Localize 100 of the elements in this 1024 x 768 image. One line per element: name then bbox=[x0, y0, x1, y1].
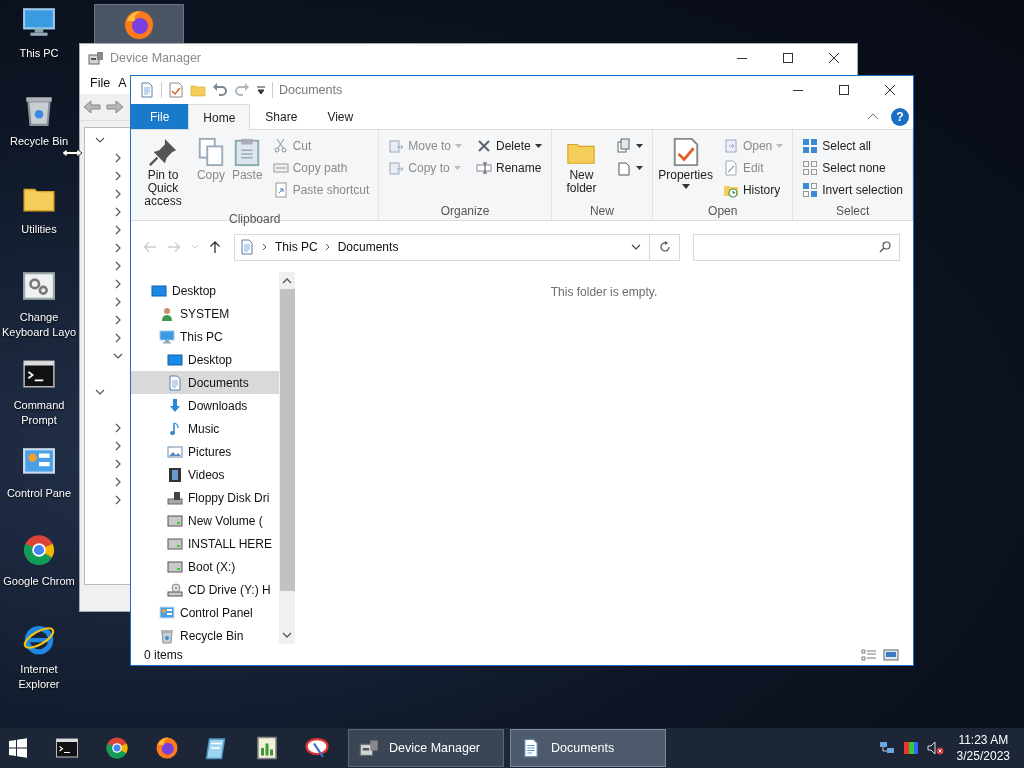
nav-item[interactable]: Pictures bbox=[131, 440, 279, 463]
maximize-icon[interactable] bbox=[838, 84, 850, 96]
collapse-chevron-icon[interactable] bbox=[113, 351, 123, 361]
up-arrow-icon[interactable] bbox=[209, 240, 221, 254]
scrollbar-thumb[interactable] bbox=[279, 289, 295, 591]
undo-icon[interactable] bbox=[212, 82, 228, 98]
nav-item[interactable]: Desktop bbox=[131, 279, 279, 302]
details-view-icon[interactable] bbox=[861, 648, 877, 661]
start-button[interactable] bbox=[8, 738, 28, 758]
nav-item[interactable]: Downloads bbox=[131, 394, 279, 417]
ribbon-button[interactable]: Rename bbox=[474, 157, 544, 179]
clock-date[interactable]: 3/25/2023 bbox=[956, 748, 1010, 764]
nav-item[interactable]: Recycle Bin bbox=[131, 624, 279, 644]
grid-empty-icon bbox=[802, 160, 819, 176]
x-mark-icon bbox=[476, 138, 493, 154]
ribbon-button[interactable]: Select all bbox=[800, 135, 905, 157]
desktop-icon-label[interactable]: Google Chrom bbox=[3, 574, 75, 589]
open-page-icon bbox=[722, 138, 739, 154]
document-icon bbox=[521, 738, 541, 758]
address-bar[interactable]: This PC Documents bbox=[234, 233, 651, 261]
color-display-icon[interactable] bbox=[902, 741, 919, 755]
nav-item[interactable]: Control Panel bbox=[131, 601, 279, 624]
help-button[interactable]: ? bbox=[891, 107, 909, 126]
cd-drive-icon bbox=[167, 581, 183, 598]
taskbar-window-button[interactable]: Device Manager bbox=[348, 729, 504, 767]
collapse-ribbon-icon[interactable] bbox=[867, 111, 879, 122]
desktop-icon-label[interactable]: Change Keyboard Layo bbox=[0, 310, 78, 340]
page-stack-icon bbox=[616, 160, 633, 176]
drawing-tool-icon[interactable] bbox=[305, 736, 329, 760]
ribbon-group-label: New bbox=[588, 204, 615, 220]
desktop-icon-label[interactable]: Recycle Bin bbox=[9, 134, 69, 149]
back-arrow-icon[interactable] bbox=[83, 100, 101, 114]
chart-page-icon[interactable] bbox=[255, 736, 279, 760]
muted-speaker-icon[interactable] bbox=[926, 741, 945, 755]
resize-cursor-icon bbox=[61, 148, 83, 158]
forward-arrow-icon[interactable] bbox=[106, 100, 124, 114]
gears-window-icon[interactable] bbox=[22, 269, 56, 303]
ribbon-button[interactable]: Pin to Quick access bbox=[134, 133, 192, 212]
desktop-icon-label[interactable]: This PC bbox=[19, 46, 59, 61]
large-icons-view-icon[interactable] bbox=[883, 648, 899, 661]
nav-item[interactable]: Music bbox=[131, 417, 279, 440]
ribbon-button[interactable]: New folder bbox=[554, 133, 609, 204]
nav-item[interactable]: Documents bbox=[131, 371, 279, 394]
maximize-icon[interactable] bbox=[782, 52, 794, 64]
nav-item[interactable]: Videos bbox=[131, 463, 279, 486]
nav-item[interactable]: CD Drive (Y:) H bbox=[131, 578, 279, 601]
scrollbar[interactable] bbox=[279, 272, 295, 644]
collapse-chevron-icon[interactable] bbox=[95, 387, 105, 397]
computer-icon[interactable] bbox=[22, 5, 56, 39]
nav-item[interactable]: SYSTEM bbox=[131, 302, 279, 325]
chrome-logo-icon[interactable] bbox=[105, 736, 129, 760]
desktop-icon-label[interactable]: Utilities bbox=[21, 222, 57, 237]
terminal-icon[interactable] bbox=[55, 736, 79, 760]
dropdown-caret-icon[interactable] bbox=[256, 85, 266, 95]
ribbon-tab[interactable]: Home bbox=[188, 104, 251, 130]
picture-icon bbox=[167, 443, 183, 460]
check-page-icon[interactable] bbox=[168, 82, 184, 98]
breadcrumb-item[interactable]: Documents bbox=[337, 240, 399, 254]
search-field[interactable] bbox=[693, 233, 900, 261]
breadcrumb-chevron-icon[interactable] bbox=[262, 243, 268, 251]
desktop-icon-label[interactable]: Command Prompt bbox=[0, 398, 78, 428]
close-icon[interactable] bbox=[884, 84, 896, 96]
breadcrumb-item[interactable]: This PC bbox=[275, 240, 318, 254]
nav-item[interactable]: Floppy Disk Dri bbox=[131, 486, 279, 509]
ribbon-button[interactable]: Select none bbox=[800, 157, 905, 179]
ribbon-button[interactable]: Invert selection bbox=[800, 179, 905, 201]
clock-time[interactable]: 11:23 AM bbox=[958, 732, 1009, 748]
monitor-icon bbox=[151, 282, 167, 299]
collapse-chevron-icon[interactable] bbox=[95, 135, 105, 145]
device-manager-icon bbox=[359, 738, 379, 758]
desktop-icon-label[interactable]: Internet Explorer bbox=[0, 662, 78, 692]
taskbar-window-button[interactable]: Documents bbox=[510, 729, 666, 767]
ribbon-group-label: Open bbox=[707, 204, 739, 220]
firefox-logo-icon[interactable] bbox=[155, 736, 179, 760]
nav-item[interactable]: Desktop bbox=[131, 348, 279, 371]
ribbon-tab[interactable]: File bbox=[131, 104, 189, 129]
menu-item[interactable]: A bbox=[118, 76, 127, 90]
ribbon-button[interactable]: History bbox=[720, 179, 786, 201]
nav-item[interactable]: New Volume ( bbox=[131, 509, 279, 532]
desktop-icon-label[interactable]: Control Pane bbox=[6, 486, 72, 501]
ribbon-button[interactable]: Properties bbox=[656, 133, 715, 204]
dropdown-chevron-icon[interactable] bbox=[631, 244, 641, 250]
network-icon[interactable] bbox=[878, 741, 895, 755]
breadcrumb-chevron-icon[interactable] bbox=[324, 243, 331, 251]
scroll-down-icon[interactable] bbox=[282, 631, 292, 639]
chrome-logo-icon[interactable] bbox=[22, 533, 56, 567]
refresh-button[interactable] bbox=[649, 233, 680, 261]
move-page-icon bbox=[388, 138, 405, 154]
nav-item[interactable]: This PC bbox=[131, 325, 279, 348]
close-icon[interactable] bbox=[828, 52, 840, 64]
menu-item[interactable]: File bbox=[90, 76, 111, 90]
drive-icon bbox=[167, 512, 183, 529]
scroll-up-icon[interactable] bbox=[282, 277, 292, 285]
ribbon-button[interactable]: Delete bbox=[474, 135, 544, 157]
down-arrow-icon bbox=[167, 397, 183, 414]
nav-item[interactable]: INSTALL HERE bbox=[131, 532, 279, 555]
document-icon[interactable] bbox=[139, 82, 155, 98]
empty-folder-message: This folder is empty. bbox=[550, 285, 658, 301]
monitor-icon bbox=[167, 351, 183, 368]
nav-item[interactable]: Boot (X:) bbox=[131, 555, 279, 578]
